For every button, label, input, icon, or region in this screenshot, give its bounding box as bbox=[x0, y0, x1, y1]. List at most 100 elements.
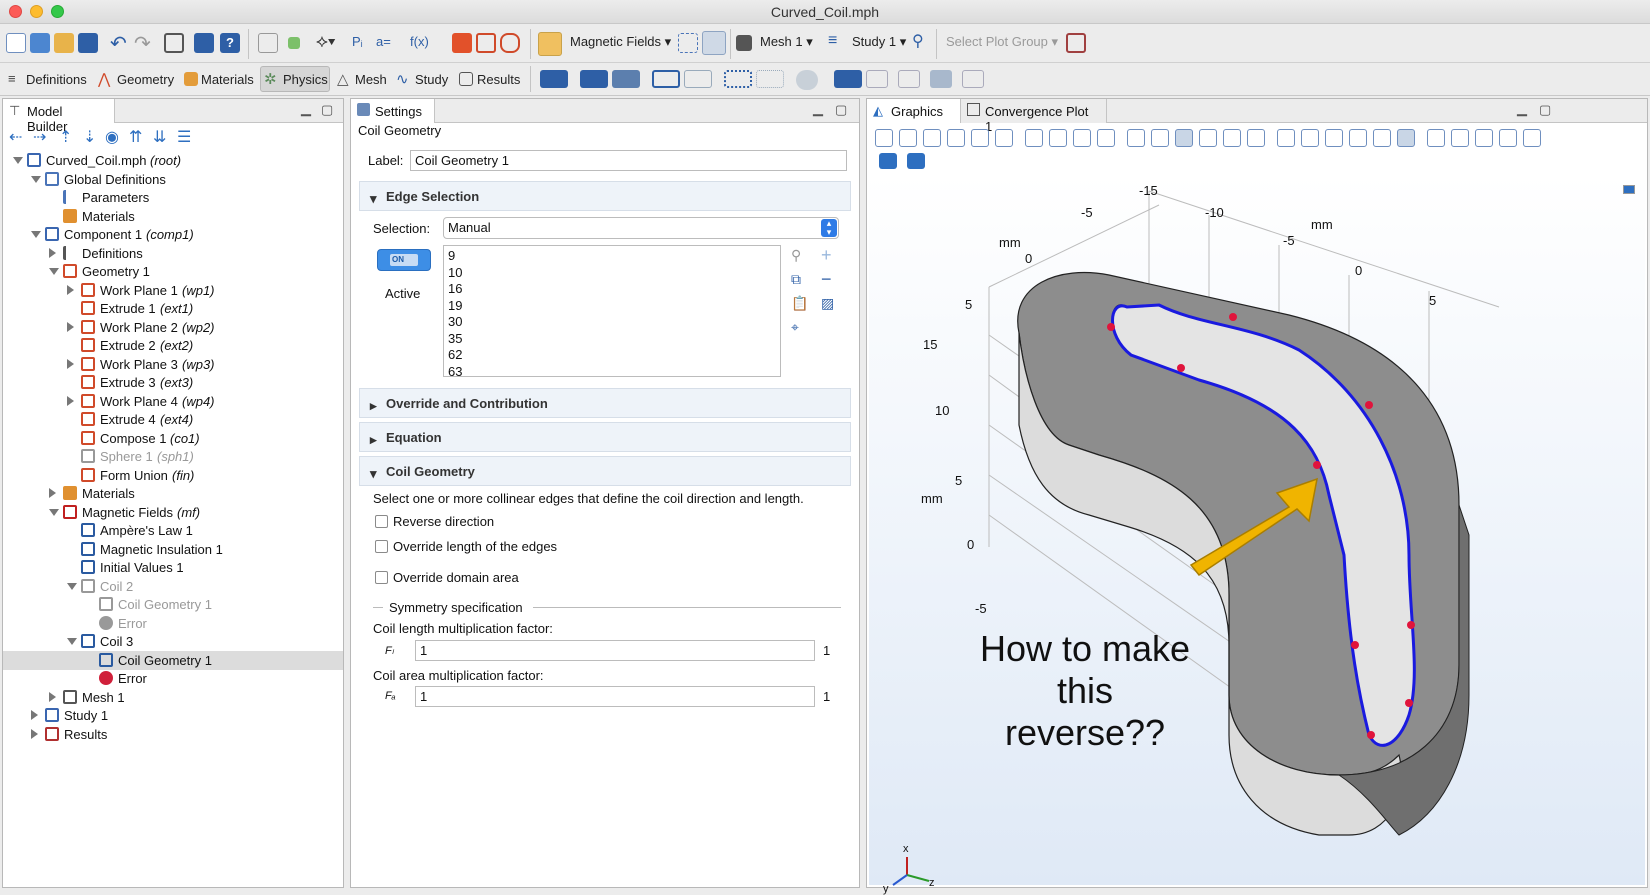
camera-icon[interactable] bbox=[879, 153, 897, 169]
tree-item[interactable]: Work Plane 3(wp3) bbox=[3, 355, 343, 374]
materials-icon[interactable] bbox=[538, 32, 562, 56]
edge-list-item[interactable]: 62 bbox=[448, 347, 776, 364]
study-select[interactable]: Study 1 ▾ bbox=[852, 34, 906, 50]
hide-icon[interactable] bbox=[1349, 129, 1367, 147]
settings-maximize-icon[interactable]: ▢ bbox=[835, 102, 847, 118]
variables-button[interactable]: a= bbox=[376, 34, 391, 49]
collapse-arrow-icon[interactable] bbox=[31, 231, 41, 238]
label-field[interactable]: Coil Geometry 1 bbox=[410, 150, 847, 171]
equation-section[interactable]: ▸ Equation bbox=[359, 422, 851, 452]
tab-materials[interactable]: Materials bbox=[201, 72, 254, 87]
coupling-dropdown-icon[interactable] bbox=[612, 70, 640, 88]
tree-item[interactable]: Coil Geometry 1 bbox=[3, 651, 343, 670]
add-component-icon[interactable] bbox=[288, 37, 300, 49]
stack-icon[interactable] bbox=[930, 70, 952, 88]
tab-geometry[interactable]: Geometry bbox=[117, 72, 174, 87]
add-physics-icon[interactable] bbox=[678, 33, 698, 53]
reset-hiding-icon[interactable] bbox=[1427, 129, 1445, 147]
tree-item[interactable]: Form Union(fin) bbox=[3, 466, 343, 485]
graphics-corner-icon[interactable] bbox=[1623, 185, 1635, 194]
help-icon[interactable]: ? bbox=[220, 33, 240, 53]
override-length-checkbox[interactable] bbox=[375, 540, 388, 553]
tree-item[interactable]: Work Plane 2(wp2) bbox=[3, 318, 343, 337]
override-contribution-section[interactable]: ▸ Override and Contribution bbox=[359, 388, 851, 418]
compute-icon[interactable]: ⚲ bbox=[912, 31, 924, 51]
axis-orientation-icon[interactable] bbox=[995, 129, 1013, 147]
zoom-to-selection-icon[interactable]: ⌖ bbox=[791, 319, 799, 336]
zoom-selected-icon[interactable] bbox=[947, 129, 965, 147]
area-factor-field[interactable]: 1 bbox=[415, 686, 815, 707]
show-icon[interactable] bbox=[1373, 129, 1391, 147]
tab-physics[interactable]: Physics bbox=[283, 72, 328, 87]
select-all-icon[interactable] bbox=[1301, 129, 1319, 147]
open-model-icon[interactable] bbox=[30, 33, 50, 53]
functions-button[interactable]: f(x) bbox=[410, 34, 429, 49]
tree-item[interactable]: Ampère's Law 1 bbox=[3, 521, 343, 540]
coil-geometry-section[interactable]: ▾ Coil Geometry bbox=[359, 456, 851, 486]
tree-item[interactable]: Global Definitions bbox=[3, 170, 343, 189]
tab-mesh[interactable]: Mesh bbox=[355, 72, 387, 87]
redo-icon[interactable]: ↷ bbox=[134, 31, 151, 56]
coordinate-system-icon[interactable] bbox=[652, 70, 680, 88]
tree-item[interactable]: Compose 1(co1) bbox=[3, 429, 343, 448]
clear-selection-icon[interactable]: ▨ bbox=[821, 295, 834, 312]
view-yz-icon[interactable] bbox=[1049, 129, 1067, 147]
tree-item[interactable]: Mesh 1 bbox=[3, 688, 343, 707]
open-folder-icon[interactable] bbox=[54, 33, 74, 53]
edge-list-item[interactable]: 63 bbox=[448, 364, 776, 381]
tree-item[interactable]: Extrude 1(ext1) bbox=[3, 299, 343, 318]
collapse-arrow-icon[interactable] bbox=[49, 509, 59, 516]
tree-item[interactable]: Results bbox=[3, 725, 343, 744]
expand-arrow-icon[interactable] bbox=[67, 322, 74, 332]
tree-item[interactable]: Sphere 1(sph1) bbox=[3, 447, 343, 466]
tree-item[interactable]: Magnetic Fields(mf) bbox=[3, 503, 343, 522]
tree-item[interactable]: Extrude 2(ext2) bbox=[3, 336, 343, 355]
probes-icon[interactable] bbox=[796, 70, 818, 90]
mesh-parts-icon[interactable] bbox=[898, 70, 920, 88]
expand-arrow-icon[interactable] bbox=[67, 396, 74, 406]
tab-convergence-plot[interactable]: Convergence Plot 1 bbox=[961, 99, 1107, 123]
expand-arrow-icon[interactable] bbox=[31, 729, 38, 739]
grid-icon[interactable] bbox=[1523, 129, 1541, 147]
tree-item[interactable]: Study 1 bbox=[3, 706, 343, 725]
variables-dropdown-icon[interactable] bbox=[540, 70, 568, 88]
zoom-out-icon[interactable] bbox=[899, 129, 917, 147]
zoom-box-icon[interactable] bbox=[923, 129, 941, 147]
component-dropdown-icon[interactable] bbox=[258, 33, 278, 53]
physics-select[interactable]: Magnetic Fields ▾ bbox=[570, 34, 671, 50]
physics-utilities-icon[interactable] bbox=[866, 70, 888, 88]
pairs-dropdown-icon[interactable] bbox=[756, 70, 784, 88]
view-dropdown-icon[interactable] bbox=[724, 70, 752, 88]
tree-item[interactable]: Extrude 4(ext4) bbox=[3, 410, 343, 429]
active-toggle[interactable]: ON bbox=[377, 249, 431, 271]
collapse-arrow-icon[interactable] bbox=[67, 583, 77, 590]
more-tools-icon[interactable] bbox=[962, 70, 984, 88]
move-down-icon[interactable]: ⇣ bbox=[83, 127, 96, 147]
tree-item[interactable]: Coil 2 bbox=[3, 577, 343, 596]
minimize-icon[interactable]: ▁ bbox=[301, 101, 311, 117]
tree-item[interactable]: Curved_Coil.mph(root) bbox=[3, 151, 343, 170]
graphics-minimize-icon[interactable]: ▁ bbox=[1517, 101, 1527, 117]
window-icon[interactable] bbox=[194, 33, 214, 53]
transparency-icon[interactable] bbox=[1097, 129, 1115, 147]
select-domains-icon[interactable] bbox=[1127, 129, 1145, 147]
undo-icon[interactable]: ↶ bbox=[110, 31, 127, 56]
zoom-extents-icon[interactable] bbox=[971, 129, 989, 147]
functions-dropdown-icon[interactable] bbox=[834, 70, 862, 88]
tree-item[interactable]: Initial Values 1 bbox=[3, 558, 343, 577]
tree-list-icon[interactable]: ☰ bbox=[177, 127, 191, 147]
back-icon[interactable]: ⇠ bbox=[9, 127, 22, 147]
view-zx-icon[interactable] bbox=[1073, 129, 1091, 147]
expand-arrow-icon[interactable] bbox=[67, 359, 74, 369]
tree-item[interactable]: Parameters bbox=[3, 188, 343, 207]
render-icon[interactable] bbox=[1499, 129, 1517, 147]
scene-light-icon[interactable] bbox=[1475, 129, 1493, 147]
reset-desktop-icon[interactable] bbox=[164, 33, 184, 53]
reverse-direction-checkbox[interactable] bbox=[375, 515, 388, 528]
show-icon[interactable]: ◉ bbox=[105, 127, 119, 147]
edge-list-item[interactable]: 16 bbox=[448, 281, 776, 298]
expand-arrow-icon[interactable] bbox=[67, 285, 74, 295]
edge-selection-section[interactable]: ▾ Edge Selection bbox=[359, 181, 851, 211]
zoom-in-icon[interactable] bbox=[875, 129, 893, 147]
maximize-icon[interactable]: ▢ bbox=[321, 102, 333, 118]
